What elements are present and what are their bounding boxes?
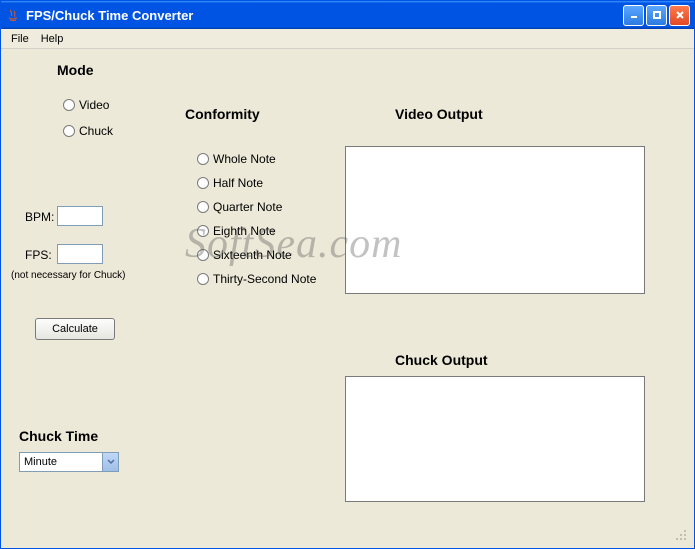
chuck-output-heading: Chuck Output (395, 352, 488, 368)
maximize-button[interactable] (646, 5, 667, 26)
fps-input[interactable] (57, 244, 103, 264)
calculate-button[interactable]: Calculate (35, 318, 115, 340)
chuck-output-box (345, 376, 645, 502)
resize-grip-icon[interactable] (674, 528, 688, 542)
bpm-label: BPM: (25, 210, 54, 224)
video-output-heading: Video Output (395, 106, 483, 122)
conformity-option-label: Quarter Note (213, 200, 282, 214)
chevron-down-icon (102, 453, 118, 471)
fps-label: FPS: (25, 248, 52, 262)
mode-chuck-radio[interactable]: Chuck (63, 124, 113, 138)
radio-icon (197, 249, 209, 261)
conformity-sixteenth-note-radio[interactable]: Sixteenth Note (197, 248, 292, 262)
window-title: FPS/Chuck Time Converter (26, 8, 623, 23)
radio-icon (63, 125, 75, 137)
conformity-heading: Conformity (185, 106, 260, 122)
minimize-button[interactable] (623, 5, 644, 26)
conformity-option-label: Eighth Note (213, 224, 276, 238)
radio-icon (197, 153, 209, 165)
conformity-eighth-note-radio[interactable]: Eighth Note (197, 224, 276, 238)
video-output-box (345, 146, 645, 294)
chuck-time-heading: Chuck Time (19, 428, 98, 444)
conformity-quarter-note-radio[interactable]: Quarter Note (197, 200, 282, 214)
conformity-option-label: Thirty-Second Note (213, 272, 316, 286)
conformity-whole-note-radio[interactable]: Whole Note (197, 152, 276, 166)
menubar: File Help (1, 29, 694, 49)
chuck-time-value: Minute (20, 456, 102, 468)
chuck-time-select[interactable]: Minute (19, 452, 119, 472)
radio-icon (197, 273, 209, 285)
app-window: FPS/Chuck Time Converter File Help Mode … (0, 0, 695, 549)
mode-video-radio[interactable]: Video (63, 98, 109, 112)
conformity-option-label: Whole Note (213, 152, 276, 166)
menu-help[interactable]: Help (35, 31, 70, 47)
bpm-input[interactable] (57, 206, 103, 226)
radio-icon (197, 201, 209, 213)
titlebar[interactable]: FPS/Chuck Time Converter (1, 1, 694, 29)
conformity-option-label: Half Note (213, 176, 263, 190)
conformity-option-label: Sixteenth Note (213, 248, 292, 262)
radio-icon (63, 99, 75, 111)
radio-icon (197, 177, 209, 189)
radio-icon (197, 225, 209, 237)
mode-heading: Mode (57, 62, 94, 78)
mode-video-label: Video (79, 98, 109, 112)
java-icon (5, 7, 21, 23)
close-button[interactable] (669, 5, 690, 26)
window-controls (623, 5, 690, 26)
mode-chuck-label: Chuck (79, 124, 113, 138)
menu-file[interactable]: File (5, 31, 35, 47)
calculate-label: Calculate (52, 323, 98, 335)
client-area: Mode Conformity Video Output Chuck Outpu… (5, 50, 690, 544)
fps-note: (not necessary for Chuck) (11, 270, 126, 281)
conformity-thirtysecond-note-radio[interactable]: Thirty-Second Note (197, 272, 316, 286)
conformity-half-note-radio[interactable]: Half Note (197, 176, 263, 190)
